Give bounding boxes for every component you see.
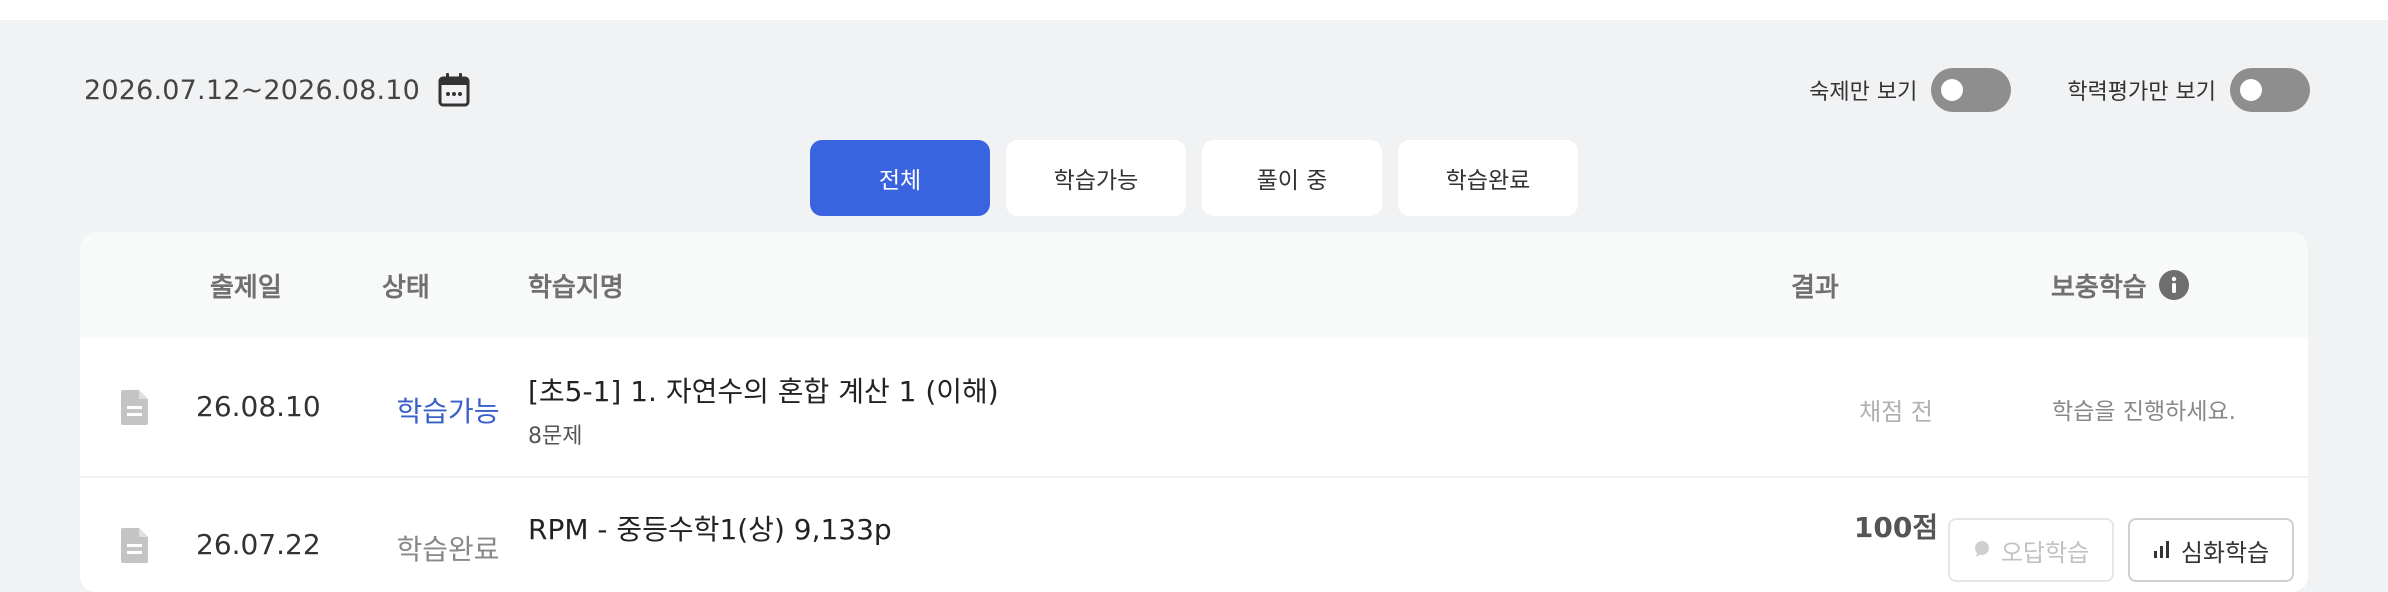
view-filters: 숙제만 보기 학력평가만 보기: [1809, 68, 2310, 112]
homework-only-label: 숙제만 보기: [1809, 80, 1918, 105]
advanced-study-label: 심화학습: [2180, 538, 2270, 567]
wrong-answer-button[interactable]: 오답학습: [1948, 518, 2114, 582]
assessment-only-filter: 학력평가만 보기: [2067, 68, 2310, 112]
info-icon[interactable]: [2158, 270, 2189, 300]
header-name: 학습지명: [528, 272, 624, 303]
date-range-filter[interactable]: 2026.07.12~2026.08.10: [84, 70, 472, 110]
worksheet-table: 출제일 상태 학습지명 결과 보충학습 26.08.10 학습가능 [초5-1]…: [80, 232, 2308, 592]
header-supplement: 보충학습: [2051, 232, 2189, 338]
worksheet-title[interactable]: RPM - 중등수학1(상) 9,133p: [528, 508, 892, 548]
assessment-only-label: 학력평가만 보기: [2067, 80, 2216, 105]
worksheet-title[interactable]: [초5-1] 1. 자연수의 혼합 계산 1 (이해): [528, 370, 999, 410]
document-icon: [120, 388, 156, 426]
toggle-knob: [1941, 79, 1964, 101]
status-label: 학습가능: [396, 395, 500, 428]
status-label: 학습완료: [396, 533, 500, 566]
wrong-answer-label: 오답학습: [2000, 538, 2090, 567]
tab-completed[interactable]: 학습완료: [1398, 140, 1578, 216]
issue-date: 26.07.22: [196, 528, 321, 561]
tab-all[interactable]: 전체: [810, 140, 990, 216]
header-result: 결과: [1791, 272, 1839, 303]
table-row[interactable]: 26.07.22 학습완료 RPM - 중등수학1(상) 9,133p 100점…: [80, 478, 2308, 592]
date-range-text: 2026.07.12~2026.08.10: [84, 74, 421, 106]
advanced-study-button[interactable]: 심화학습: [2128, 518, 2294, 582]
calendar-icon[interactable]: [438, 71, 472, 109]
supplement-text: 학습을 진행하세요.: [2052, 399, 2236, 425]
header-status: 상태: [382, 272, 430, 303]
table-header: 출제일 상태 학습지명 결과 보충학습: [80, 232, 2308, 338]
toggle-knob: [2240, 79, 2262, 101]
top-bar: [0, 0, 2388, 20]
status-tabs: 전체 학습가능 풀이 중 학습완료: [810, 140, 1578, 216]
tab-available[interactable]: 학습가능: [1006, 140, 1186, 216]
question-count: 8문제: [528, 424, 583, 449]
table-row[interactable]: 26.08.10 학습가능 [초5-1] 1. 자연수의 혼합 계산 1 (이해…: [80, 338, 2308, 478]
issue-date: 26.08.10: [196, 390, 321, 423]
homework-only-filter: 숙제만 보기: [1809, 68, 2012, 112]
header-supplement-label: 보충학습: [2051, 272, 2147, 303]
header-date: 출제일: [210, 272, 282, 303]
document-icon: [120, 526, 156, 564]
tab-in-progress[interactable]: 풀이 중: [1202, 140, 1382, 216]
homework-only-toggle[interactable]: [1931, 68, 2012, 112]
assessment-only-toggle[interactable]: [2230, 68, 2310, 112]
